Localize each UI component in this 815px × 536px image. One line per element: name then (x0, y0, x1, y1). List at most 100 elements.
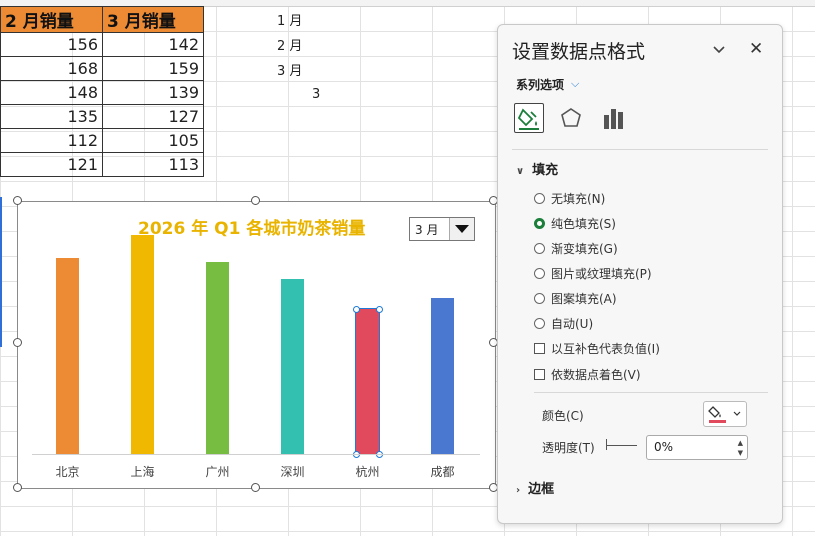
bar-深圳[interactable] (281, 278, 304, 454)
selected-cell-border (0, 197, 2, 347)
table-row: 121 113 (0, 152, 204, 177)
spin-up-icon[interactable]: ▲ (738, 439, 743, 447)
resize-handle[interactable] (251, 196, 260, 205)
format-data-point-pane: 设置数据点格式 ✕ 系列选项 ⌵ ∨ 填充 无填充(N) 纯色填充(S) 渐变填充… (497, 24, 783, 524)
border-section-header[interactable]: › 边框 (516, 478, 554, 497)
fill-option-picture[interactable]: 图片或纹理填充(P) (534, 265, 652, 282)
month-list-cell[interactable]: 3 月 (277, 60, 302, 79)
transparency-input[interactable]: 0% ▲ ▼ (646, 435, 748, 460)
transparency-label: 透明度(T) (542, 441, 595, 455)
resize-handle[interactable] (251, 483, 260, 492)
divider (534, 392, 768, 393)
chevron-right-icon: › (516, 485, 521, 496)
bar-广州[interactable] (206, 262, 229, 454)
option-label: 无填充(N) (551, 192, 606, 206)
fill-option-none[interactable]: 无填充(N) (534, 190, 605, 207)
cell[interactable]: 121 (0, 152, 103, 177)
bar-北京[interactable] (56, 258, 79, 454)
cell[interactable]: 105 (102, 128, 204, 153)
x-tick-label: 杭州 (355, 465, 380, 479)
series-options-bars-icon[interactable] (598, 103, 628, 133)
transparency-slider[interactable] (606, 445, 637, 446)
radio-icon (534, 243, 545, 254)
table-header-row: 2 月销量 3 月销量 (0, 6, 204, 33)
radio-selected-icon (534, 218, 545, 229)
resize-handle[interactable] (13, 338, 22, 347)
chevron-down-icon[interactable]: ⌵ (571, 77, 579, 91)
month-dropdown-value: 3 月 (415, 223, 439, 237)
month-list-cell[interactable]: 2 月 (277, 35, 302, 54)
header-cell-feb[interactable]: 2 月销量 (0, 6, 103, 33)
radio-icon (534, 293, 545, 304)
header-cell-mar[interactable]: 3 月销量 (102, 6, 204, 33)
radio-icon (534, 268, 545, 279)
cell[interactable]: 112 (0, 128, 103, 153)
chevron-down-icon[interactable] (711, 41, 727, 57)
bar-杭州[interactable] (355, 308, 380, 455)
vary-colors-checkbox[interactable]: 依数据点着色(V) (534, 366, 641, 383)
radio-icon (534, 193, 545, 204)
option-label: 渐变填充(G) (551, 242, 618, 256)
series-options-menu[interactable]: 系列选项 (516, 76, 564, 93)
transparency-value: 0% (654, 440, 674, 454)
bar-成都[interactable] (431, 298, 454, 454)
option-label: 以互补色代表负值(I) (551, 342, 660, 356)
table-row: 148 139 (0, 80, 204, 105)
month-list-cell[interactable]: 1 月 (277, 10, 302, 29)
resize-handle[interactable] (13, 196, 22, 205)
fill-option-auto[interactable]: 自动(U) (534, 315, 593, 332)
resize-handle[interactable] (13, 483, 22, 492)
table-row: 168 159 (0, 56, 204, 81)
divider (512, 149, 768, 150)
checkbox-icon (534, 369, 545, 380)
cell[interactable]: 168 (0, 56, 103, 81)
selected-index-cell[interactable]: 3 (312, 87, 320, 102)
option-label: 自动(U) (551, 317, 594, 331)
fill-line-icon[interactable] (514, 103, 544, 133)
x-tick-label: 成都 (430, 465, 455, 479)
border-section-label: 边框 (528, 482, 555, 497)
x-axis-line (32, 454, 480, 455)
x-tick-label: 北京 (55, 465, 80, 479)
x-tick-label: 广州 (205, 465, 230, 479)
option-label: 纯色填充(S) (551, 217, 616, 231)
cell[interactable]: 148 (0, 80, 103, 105)
bar-上海[interactable] (131, 234, 154, 454)
table-row: 156 142 (0, 32, 204, 57)
table-row: 112 105 (0, 128, 204, 153)
paint-bucket-icon (708, 406, 741, 423)
chart-title[interactable]: 2026 年 Q1 各城市奶茶销量 (138, 214, 365, 239)
fill-color-picker[interactable] (703, 401, 747, 427)
dropdown-arrow-icon[interactable] (449, 218, 474, 240)
fill-option-gradient[interactable]: 渐变填充(G) (534, 240, 618, 257)
chevron-down-icon: ∨ (516, 166, 525, 177)
sales-table: 2 月销量 3 月销量 156 142 168 159 148 139 135 … (0, 6, 204, 177)
effects-pentagon-icon[interactable] (556, 103, 586, 133)
radio-icon (534, 318, 545, 329)
chart-area[interactable] (17, 201, 496, 489)
cell[interactable]: 139 (102, 80, 204, 105)
spin-down-icon[interactable]: ▼ (738, 449, 743, 457)
cell[interactable]: 135 (0, 104, 103, 129)
checkbox-icon (534, 343, 545, 354)
cell[interactable]: 142 (102, 32, 204, 57)
fill-section-label: 填充 (532, 163, 559, 178)
cell[interactable]: 127 (102, 104, 204, 129)
cell[interactable]: 113 (102, 152, 204, 177)
option-label: 图案填充(A) (551, 292, 617, 306)
fill-option-pattern[interactable]: 图案填充(A) (534, 290, 617, 307)
fill-section-header[interactable]: ∨ 填充 (516, 159, 558, 178)
table-row: 135 127 (0, 104, 204, 129)
color-label: 颜色(C) (542, 409, 584, 423)
cell[interactable]: 159 (102, 56, 204, 81)
fill-option-solid[interactable]: 纯色填充(S) (534, 215, 616, 232)
option-label: 图片或纹理填充(P) (551, 267, 652, 281)
x-tick-label: 上海 (130, 465, 155, 479)
month-dropdown[interactable]: 3 月 (409, 217, 475, 241)
option-label: 依数据点着色(V) (551, 368, 641, 382)
x-tick-label: 深圳 (280, 465, 305, 479)
cell[interactable]: 156 (0, 32, 103, 57)
invert-if-negative-checkbox[interactable]: 以互补色代表负值(I) (534, 340, 660, 357)
close-icon[interactable]: ✕ (749, 39, 763, 59)
pane-title: 设置数据点格式 (512, 41, 646, 63)
